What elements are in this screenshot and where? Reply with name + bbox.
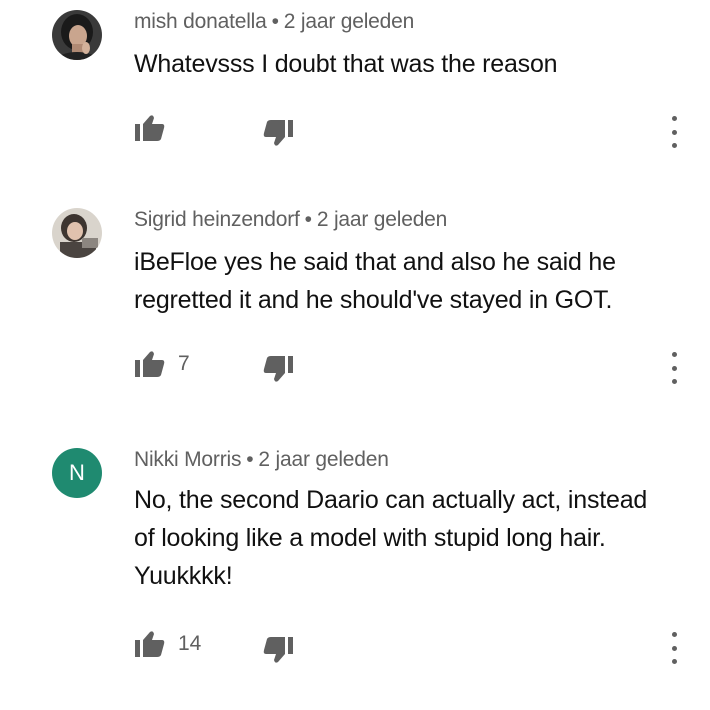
- dot: [671, 632, 677, 637]
- comment-header: Nikki Morris • 2 jaar geleden: [134, 448, 389, 472]
- profile-photo-icon: [52, 208, 102, 258]
- dislike-button[interactable]: [262, 119, 294, 147]
- thumbs-down-icon: [263, 637, 293, 663]
- comment-text: iBeFloe yes he said that and also he sai…: [134, 248, 616, 314]
- comment-1: mish donatella • 2 jaar geleden Whatevsss …: [0, 0, 710, 200]
- thumbs-up-icon: [135, 351, 165, 377]
- comment-text: Whatevsss I doubt that was the reason: [134, 50, 558, 78]
- thumbs-up-icon: [135, 115, 165, 141]
- separator: •: [271, 10, 279, 33]
- like-count: 14: [178, 632, 202, 655]
- comment-2: Sigrid heinzendorf • 2 jaar geleden iBeFlo…: [0, 200, 710, 430]
- separator: •: [246, 448, 254, 471]
- timestamp[interactable]: 2 jaar geleden: [317, 208, 448, 231]
- like-count: 7: [178, 352, 190, 375]
- comment-3: N Nikki Morris • 2 jaar geleden No, the se…: [0, 440, 710, 710]
- dot: [671, 645, 677, 651]
- author-name[interactable]: Nikki Morris: [134, 448, 241, 471]
- more-vert-icon[interactable]: [664, 632, 684, 664]
- comments-page: mish donatella • 2 jaar geleden Whatevsss …: [0, 0, 710, 710]
- profile-photo-icon: [52, 10, 102, 60]
- author-name[interactable]: Sigrid heinzendorf: [134, 208, 300, 231]
- timestamp[interactable]: 2 jaar geleden: [284, 10, 415, 33]
- avatar[interactable]: [52, 208, 102, 258]
- avatar[interactable]: [52, 10, 102, 60]
- dot: [671, 129, 677, 135]
- comment-header: Sigrid heinzendorf • 2 jaar geleden: [134, 208, 447, 232]
- separator: •: [304, 208, 312, 231]
- author-name[interactable]: mish donatella: [134, 10, 267, 33]
- like-button[interactable]: 14: [134, 630, 201, 658]
- like-button[interactable]: 7: [134, 350, 190, 378]
- timestamp[interactable]: 2 jaar geleden: [258, 448, 389, 471]
- dislike-button[interactable]: [262, 355, 294, 383]
- dot: [671, 352, 677, 357]
- dislike-button[interactable]: [262, 636, 294, 664]
- thumbs-down-icon: [263, 120, 293, 146]
- comment-header: mish donatella • 2 jaar geleden: [134, 10, 414, 34]
- dot: [671, 379, 677, 384]
- comment-text: No, the second Daario can actually act, …: [134, 486, 654, 590]
- avatar[interactable]: N: [52, 448, 102, 498]
- dot: [671, 659, 677, 664]
- thumbs-up-icon: [135, 631, 165, 657]
- more-vert-icon[interactable]: [664, 352, 684, 384]
- more-vert-icon[interactable]: [664, 116, 684, 148]
- dot: [671, 143, 677, 148]
- thumbs-down-icon: [263, 356, 293, 382]
- dot: [671, 116, 677, 121]
- dot: [671, 365, 677, 371]
- like-button[interactable]: [134, 114, 178, 142]
